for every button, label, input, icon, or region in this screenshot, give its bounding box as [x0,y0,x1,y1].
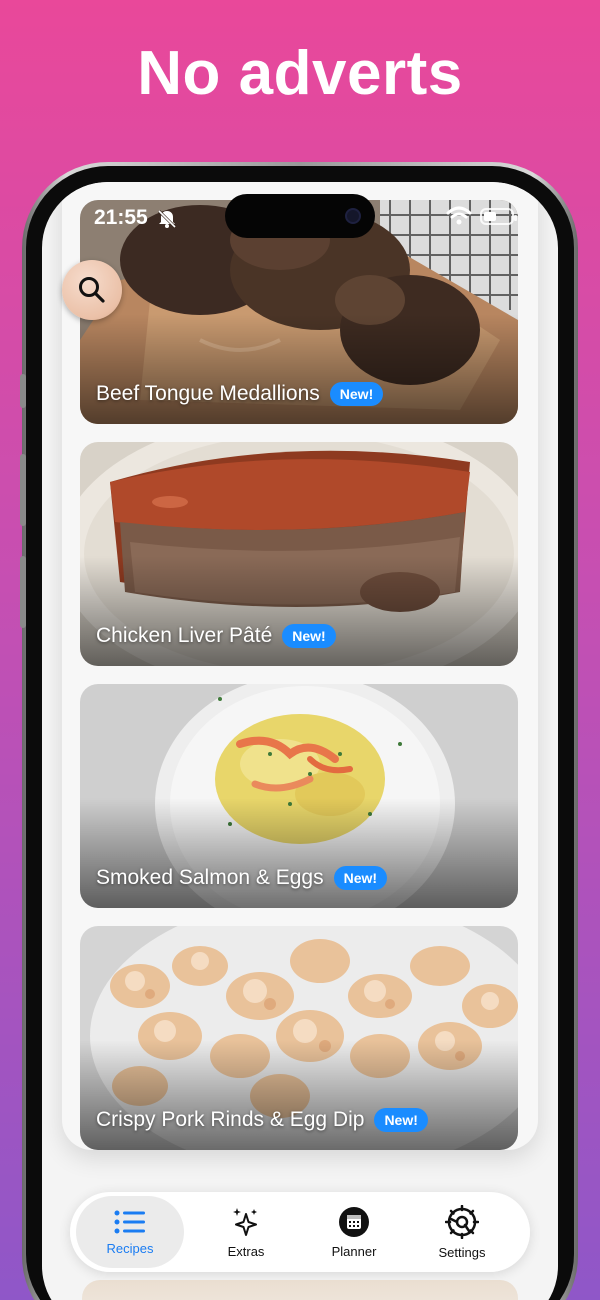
search-icon [79,277,105,303]
recipe-card[interactable]: Crispy Pork Rinds & Egg Dip New! [80,926,518,1150]
recipe-card[interactable]: Chicken Liver Pâté New! [80,442,518,666]
recipe-title: Chicken Liver Pâté [96,624,273,647]
recipe-title-row: Chicken Liver Pâté New! [96,624,336,648]
recipe-title-row: Beef Tongue Medallions New! [96,382,384,406]
tab-label: Extras [227,1243,265,1259]
title-gradient [80,556,518,666]
wifi-icon [446,206,472,225]
tab-label: Settings [438,1244,486,1260]
tab-label: Planner [331,1243,377,1259]
camera-icon [345,208,361,224]
bell-slash-icon [157,209,177,229]
recipe-title: Crispy Pork Rinds & Egg Dip [96,1108,365,1131]
recipe-title: Beef Tongue Medallions [96,382,320,405]
recipe-title-row: Crispy Pork Rinds & Egg Dip New! [96,1108,428,1132]
tab-extras[interactable]: Extras [192,1196,300,1268]
tab-bar: Recipes Extras Planner Settings [70,1192,530,1272]
dynamic-island [225,194,375,238]
status-time: 21:55 [94,206,148,229]
new-badge: New! [282,624,336,648]
tab-label: Recipes [106,1240,154,1256]
list-icon [114,1210,145,1233]
title-gradient [80,798,518,908]
recipe-title: Smoked Salmon & Eggs [96,866,324,889]
recipe-card[interactable]: Smoked Salmon & Eggs New! [80,684,518,908]
title-gradient [80,314,518,424]
recipe-title-row: Smoked Salmon & Eggs New! [96,866,388,890]
sparkles-icon [233,1207,257,1236]
new-badge: New! [329,382,384,406]
title-gradient [80,1040,518,1150]
new-badge: New! [374,1108,428,1132]
tab-planner[interactable]: Planner [300,1196,408,1268]
headline: No adverts [137,39,463,108]
tab-recipes[interactable]: Recipes [76,1196,184,1268]
search-button[interactable] [62,260,122,320]
gear-icon [445,1204,479,1239]
battery-icon [480,208,517,225]
next-section-peek [82,1280,518,1300]
calendar-icon [339,1206,369,1237]
phone-screen: Beef Tongue Medallions New! Chicken Live… [42,182,558,1300]
tab-settings[interactable]: Settings [408,1196,516,1268]
new-badge: New! [333,866,388,890]
